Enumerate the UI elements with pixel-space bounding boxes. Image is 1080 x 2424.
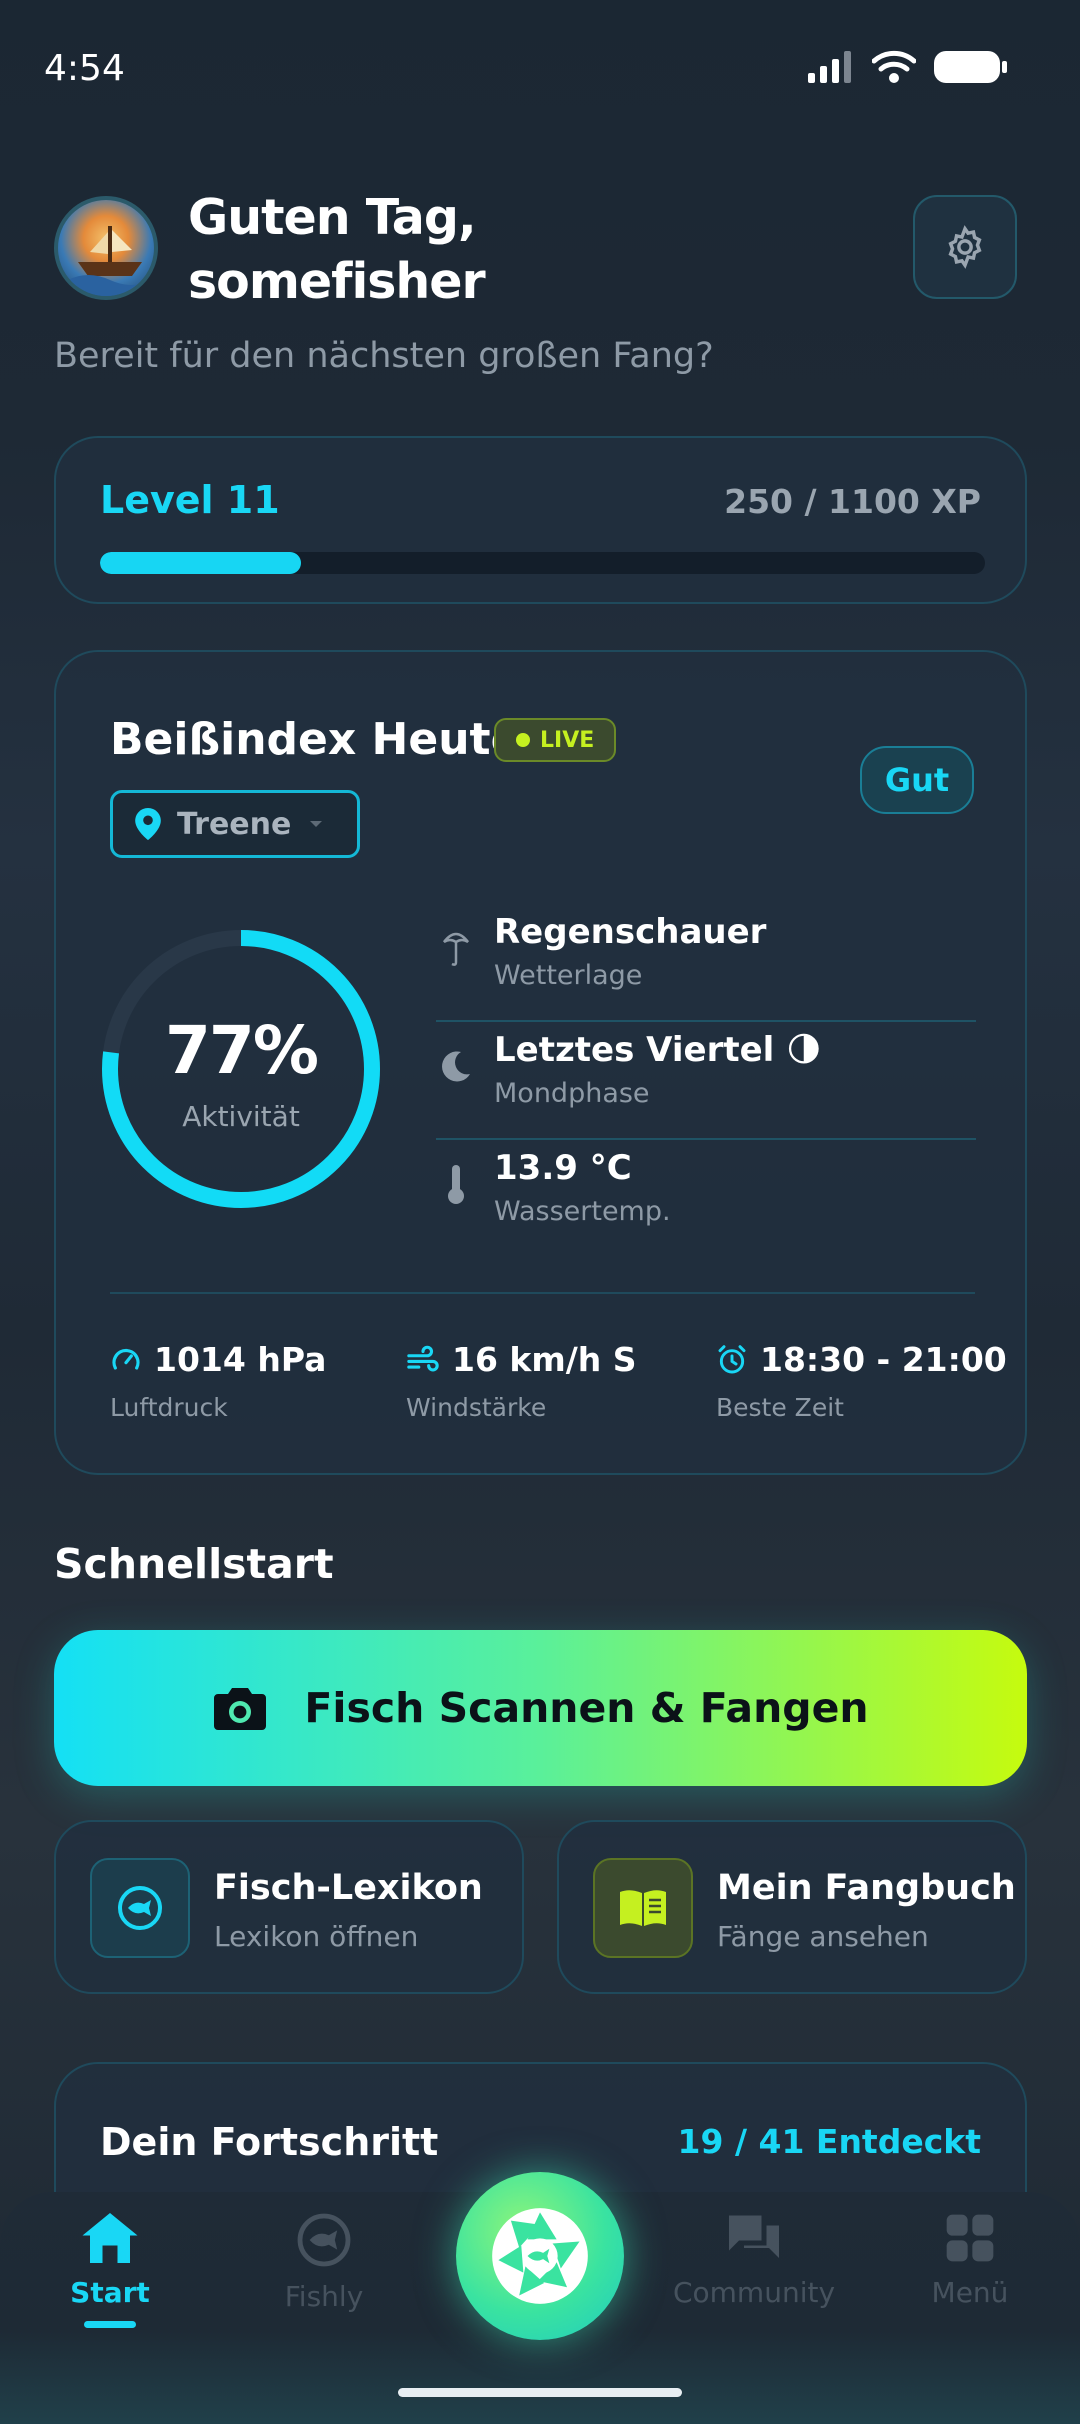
level-xp: 250 / 1100 XP bbox=[724, 482, 981, 521]
gauge-icon bbox=[112, 1348, 140, 1370]
aperture-icon bbox=[492, 2208, 588, 2304]
nav-label-community: Community bbox=[672, 2276, 836, 2309]
signal-icon bbox=[808, 51, 851, 83]
divider bbox=[110, 1292, 975, 1294]
catch-log-subtitle: Fänge ansehen bbox=[717, 1920, 929, 1953]
activity-value: 77% bbox=[165, 1012, 319, 1089]
camera-scan-fab[interactable] bbox=[456, 2172, 624, 2340]
alarm-icon bbox=[718, 1344, 746, 1373]
condition-water-temp: 13.9 °C Wassertemp. bbox=[436, 1140, 976, 1258]
home-icon bbox=[82, 2213, 138, 2263]
status-time: 4:54 bbox=[44, 48, 125, 89]
fish-lexicon-subtitle: Lexikon öffnen bbox=[214, 1920, 419, 1953]
fish-circle-icon bbox=[297, 2213, 351, 2267]
nav-item-start[interactable]: Start bbox=[20, 2210, 200, 2328]
pressure-label: Luftdruck bbox=[110, 1393, 228, 1422]
rating-badge: Gut bbox=[860, 746, 974, 814]
settings-button[interactable] bbox=[913, 195, 1017, 299]
moon-value: Letztes Viertel 🌗 bbox=[494, 1030, 822, 1070]
nav-item-fishly[interactable]: Fishly bbox=[234, 2210, 414, 2313]
best-time-label: Beste Zeit bbox=[716, 1393, 844, 1422]
nav-item-community[interactable]: Community bbox=[664, 2210, 844, 2309]
scan-fish-label: Fisch Scannen & Fangen bbox=[304, 1684, 869, 1732]
catch-log-title: Mein Fangbuch bbox=[717, 1868, 1016, 1908]
battery-icon bbox=[934, 51, 1007, 83]
catch-log-tile[interactable]: Mein Fangbuch Fänge ansehen bbox=[557, 1820, 1027, 1994]
book-icon bbox=[593, 1858, 693, 1958]
chat-icon bbox=[729, 2215, 779, 2258]
moon-label: Mondphase bbox=[494, 1078, 650, 1109]
progress-count: 19 / 41 Entdeckt bbox=[677, 2122, 981, 2161]
stat-best-time: 18:30 - 21:00 Beste Zeit bbox=[716, 1340, 1007, 1422]
scan-fish-button[interactable]: Fisch Scannen & Fangen bbox=[54, 1630, 1027, 1786]
xp-progress-fill bbox=[100, 552, 301, 574]
gear-icon bbox=[948, 225, 982, 269]
nav-active-indicator bbox=[84, 2321, 136, 2328]
weather-value: Regenschauer bbox=[494, 912, 767, 952]
umbrella-icon bbox=[436, 928, 476, 968]
condition-weather: Regenschauer Wetterlage bbox=[436, 904, 976, 1022]
quickstart-title: Schnellstart bbox=[54, 1540, 334, 1588]
wind-label: Windstärke bbox=[406, 1393, 547, 1422]
pressure-value: 1014 hPa bbox=[154, 1340, 327, 1379]
camera-icon bbox=[214, 1688, 267, 1730]
water-temp-label: Wassertemp. bbox=[494, 1196, 671, 1227]
bite-index-card: Beißindex Heute LIVE Gut Treene 77% Akti… bbox=[54, 650, 1027, 1475]
nav-item-menu[interactable]: Menü bbox=[880, 2210, 1060, 2309]
fish-lexicon-tile[interactable]: Fisch-Lexikon Lexikon öffnen bbox=[54, 1820, 524, 1994]
live-dot-icon bbox=[516, 733, 530, 747]
activity-label: Aktivität bbox=[182, 1100, 300, 1133]
ship-icon bbox=[68, 226, 154, 296]
weather-label: Wetterlage bbox=[494, 960, 643, 991]
avatar[interactable] bbox=[54, 196, 158, 300]
xp-progress-bar bbox=[100, 552, 985, 574]
greeting-subtitle: Bereit für den nächsten großen Fang? bbox=[54, 336, 714, 376]
stat-pressure: 1014 hPa Luftdruck bbox=[110, 1340, 326, 1422]
location-pin-icon bbox=[135, 808, 161, 840]
thermometer-icon bbox=[436, 1164, 476, 1204]
fish-lexicon-title: Fisch-Lexikon bbox=[214, 1868, 483, 1908]
bite-index-title: Beißindex Heute bbox=[110, 714, 521, 765]
water-temp-value: 13.9 °C bbox=[494, 1148, 632, 1188]
wifi-icon bbox=[872, 50, 916, 83]
wind-icon bbox=[407, 1345, 439, 1371]
level-label: Level 11 bbox=[100, 478, 280, 522]
home-indicator bbox=[398, 2388, 682, 2397]
progress-title: Dein Fortschritt bbox=[100, 2120, 439, 2164]
moon-icon bbox=[436, 1046, 476, 1086]
location-value: Treene bbox=[177, 806, 292, 842]
condition-moon: Letztes Viertel 🌗 Mondphase bbox=[436, 1022, 976, 1140]
best-time-value: 18:30 - 21:00 bbox=[760, 1340, 1007, 1379]
nav-label-fishly: Fishly bbox=[284, 2280, 364, 2313]
nav-label-start: Start bbox=[70, 2276, 150, 2309]
greeting: Guten Tag, somefisher bbox=[188, 189, 486, 310]
location-select[interactable]: Treene bbox=[110, 790, 360, 858]
stat-wind: 16 km/h S Windstärke bbox=[406, 1340, 637, 1422]
fish-circle-icon bbox=[90, 1858, 190, 1958]
status-icons bbox=[808, 50, 1008, 84]
wind-value: 16 km/h S bbox=[452, 1340, 637, 1379]
level-card[interactable]: Level 11 250 / 1100 XP bbox=[54, 436, 1027, 604]
live-badge: LIVE bbox=[494, 718, 617, 762]
grid-icon bbox=[946, 2214, 994, 2262]
chevron-down-icon bbox=[310, 821, 323, 827]
nav-label-menu: Menü bbox=[931, 2276, 1009, 2309]
live-label: LIVE bbox=[540, 727, 595, 753]
